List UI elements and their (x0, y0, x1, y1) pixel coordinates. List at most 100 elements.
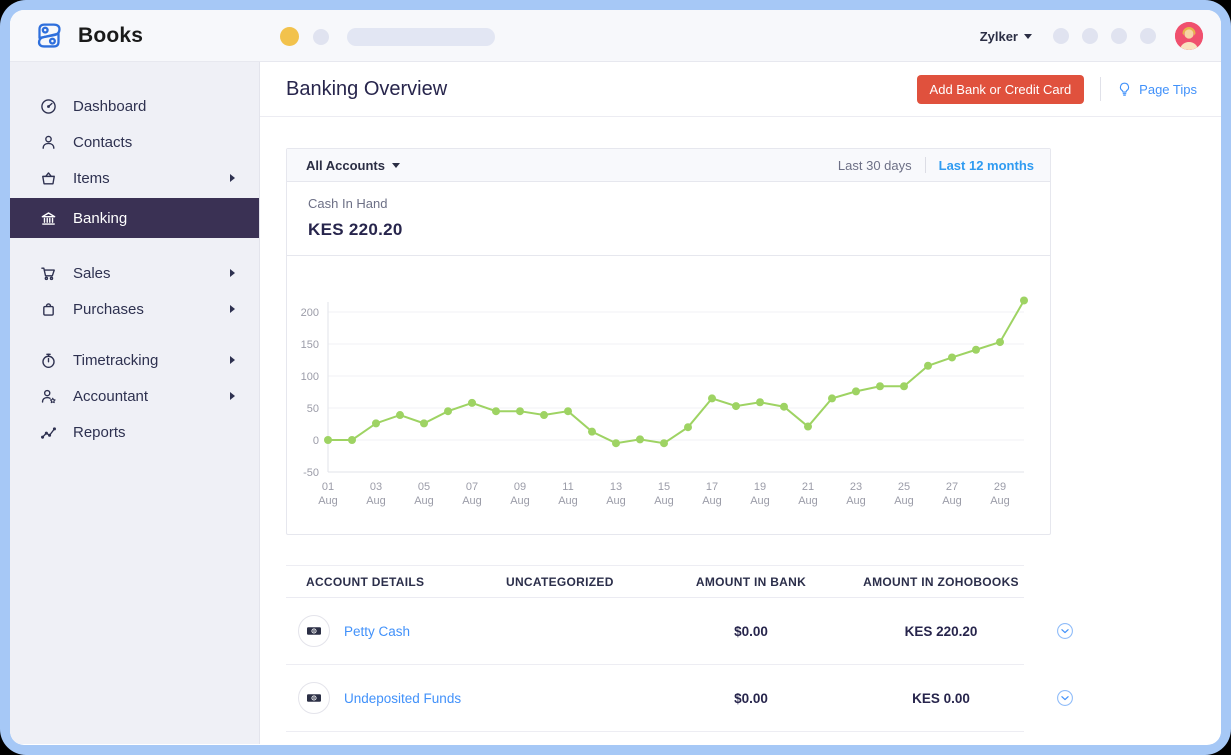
svg-text:19: 19 (754, 481, 766, 493)
sidebar-item-purchases[interactable]: Purchases (10, 291, 259, 327)
org-switcher[interactable]: Zylker (980, 29, 1032, 44)
col-account-details: ACCOUNT DETAILS (306, 574, 425, 589)
trend-chart-icon (40, 423, 58, 441)
table-row: Petty Cash $0.00 KES 220.20 (286, 598, 1073, 665)
sidebar-item-dashboard[interactable]: Dashboard (10, 88, 259, 124)
basket-icon (40, 169, 58, 187)
window-frame: Books Zylker Dashboard Contacts Items Ba… (0, 0, 1231, 755)
svg-text:Aug: Aug (414, 495, 434, 507)
app-window: Books Zylker Dashboard Contacts Items Ba… (10, 10, 1221, 745)
search-bar-placeholder[interactable] (347, 28, 495, 46)
sidebar-item-label: Purchases (73, 300, 144, 318)
amount-in-bank-value: $0.00 (734, 623, 768, 639)
sidebar-item-items[interactable]: Items (10, 160, 259, 196)
range-last-30-days[interactable]: Last 30 days (838, 158, 912, 173)
cash-account-icon (298, 615, 330, 647)
table-header-row: ACCOUNT DETAILS UNCATEGORIZED AMOUNT IN … (286, 565, 1024, 598)
sidebar-item-banking[interactable]: Banking (10, 198, 259, 238)
sidebar-item-label: Accountant (73, 387, 149, 405)
svg-text:13: 13 (610, 481, 622, 493)
table-row: Undeposited Funds $0.00 KES 0.00 (286, 665, 1073, 732)
sidebar-item-label: Dashboard (73, 97, 147, 115)
sidebar-item-label: Banking (73, 209, 128, 227)
page-tips-label: Page Tips (1139, 81, 1197, 97)
col-amount-in-zohobooks: AMOUNT IN ZOHOBOOKS (863, 574, 1019, 589)
svg-text:Aug: Aug (654, 495, 674, 507)
amount-in-zohobooks-value: KES 0.00 (912, 690, 970, 706)
account-name-link[interactable]: Undeposited Funds (344, 691, 461, 706)
svg-text:01: 01 (322, 481, 334, 493)
sidebar-item-reports[interactable]: Reports (10, 414, 259, 450)
org-name: Zylker (979, 28, 1018, 44)
sidebar-item-timetracking[interactable]: Timetracking (10, 342, 259, 378)
page-title: Banking Overview (286, 77, 448, 100)
svg-text:27: 27 (946, 481, 958, 493)
svg-text:15: 15 (658, 481, 670, 493)
account-name-link[interactable]: Petty Cash (344, 624, 410, 639)
svg-text:Aug: Aug (750, 495, 770, 507)
svg-text:29: 29 (994, 481, 1006, 493)
shopping-bag-icon (40, 300, 58, 318)
svg-text:05: 05 (418, 481, 430, 493)
accounts-table: ACCOUNT DETAILS UNCATEGORIZED AMOUNT IN … (286, 565, 1073, 732)
range-last-12-months[interactable]: Last 12 months (939, 158, 1034, 173)
header-divider (1100, 77, 1102, 101)
svg-text:Aug: Aug (558, 495, 578, 507)
top-bar: Books Zylker (10, 10, 1221, 62)
person-star-icon (40, 387, 58, 405)
svg-text:100: 100 (301, 371, 319, 383)
svg-text:Aug: Aug (510, 495, 530, 507)
topbar-right-cluster: Zylker (980, 10, 1203, 62)
chevron-right-icon (230, 356, 235, 364)
notification-dot-icon (280, 27, 299, 46)
svg-text:Aug: Aug (846, 495, 866, 507)
stopwatch-icon (40, 351, 58, 369)
chevron-down-circle-icon (1056, 622, 1074, 640)
accounts-filter-label: All Accounts (306, 157, 385, 173)
chevron-down-icon (391, 162, 400, 168)
bank-icon (40, 209, 58, 227)
main-content: Banking Overview Add Bank or Credit Card… (260, 62, 1221, 744)
svg-text:23: 23 (850, 481, 862, 493)
sidebar-item-label: Sales (73, 264, 111, 282)
toolbar-icon-placeholder[interactable] (1053, 28, 1069, 44)
amount-in-zohobooks-value: KES 220.20 (904, 623, 978, 639)
cash-line-chart: -50 0 50 100 150 200 01 Aug 03 Aug 05 Aug 07 Aug 09 Aug… (287, 256, 1050, 534)
accounts-filter-dropdown[interactable]: All Accounts (306, 158, 838, 173)
svg-text:25: 25 (898, 481, 910, 493)
toolbar-icon-placeholder[interactable] (1140, 28, 1156, 44)
sidebar-item-accountant[interactable]: Accountant (10, 378, 259, 414)
chevron-right-icon (230, 269, 235, 277)
toolbar-dot-icon (313, 29, 329, 45)
sidebar-item-label: Timetracking (73, 351, 159, 369)
toolbar-icon-placeholder[interactable] (1082, 28, 1098, 44)
svg-text:150: 150 (301, 339, 319, 351)
brand: Books (10, 17, 143, 55)
svg-text:11: 11 (562, 481, 573, 493)
cart-icon (40, 264, 58, 282)
svg-text:Aug: Aug (798, 495, 818, 507)
gauge-icon (40, 97, 58, 115)
chevron-right-icon (230, 392, 235, 400)
svg-text:07: 07 (466, 481, 478, 493)
sidebar-item-label: Reports (73, 423, 126, 441)
summary-panel-header: All Accounts Last 30 days Last 12 months (287, 149, 1050, 182)
add-bank-button[interactable]: Add Bank or Credit Card (916, 74, 1085, 104)
page-tips-button[interactable]: Page Tips (1117, 81, 1197, 97)
user-avatar[interactable] (1175, 22, 1203, 50)
svg-text:Aug: Aug (366, 495, 386, 507)
col-uncategorized: UNCATEGORIZED (506, 574, 614, 589)
sidebar-item-sales[interactable]: Sales (10, 255, 259, 291)
cash-in-hand-label: Cash In Hand (308, 196, 388, 211)
row-expand-button[interactable] (1056, 622, 1088, 640)
svg-text:Aug: Aug (942, 495, 962, 507)
row-expand-button[interactable] (1056, 689, 1088, 707)
chevron-down-icon (1024, 33, 1032, 39)
cash-in-hand-value: KES 220.20 (308, 220, 403, 239)
toolbar-icon-placeholder[interactable] (1111, 28, 1127, 44)
cash-in-hand-box: Cash In Hand KES 220.20 (287, 182, 1050, 256)
sidebar-item-contacts[interactable]: Contacts (10, 124, 259, 160)
chevron-down-circle-icon (1056, 689, 1074, 707)
svg-text:21: 21 (802, 481, 814, 493)
svg-text:200: 200 (301, 307, 319, 319)
